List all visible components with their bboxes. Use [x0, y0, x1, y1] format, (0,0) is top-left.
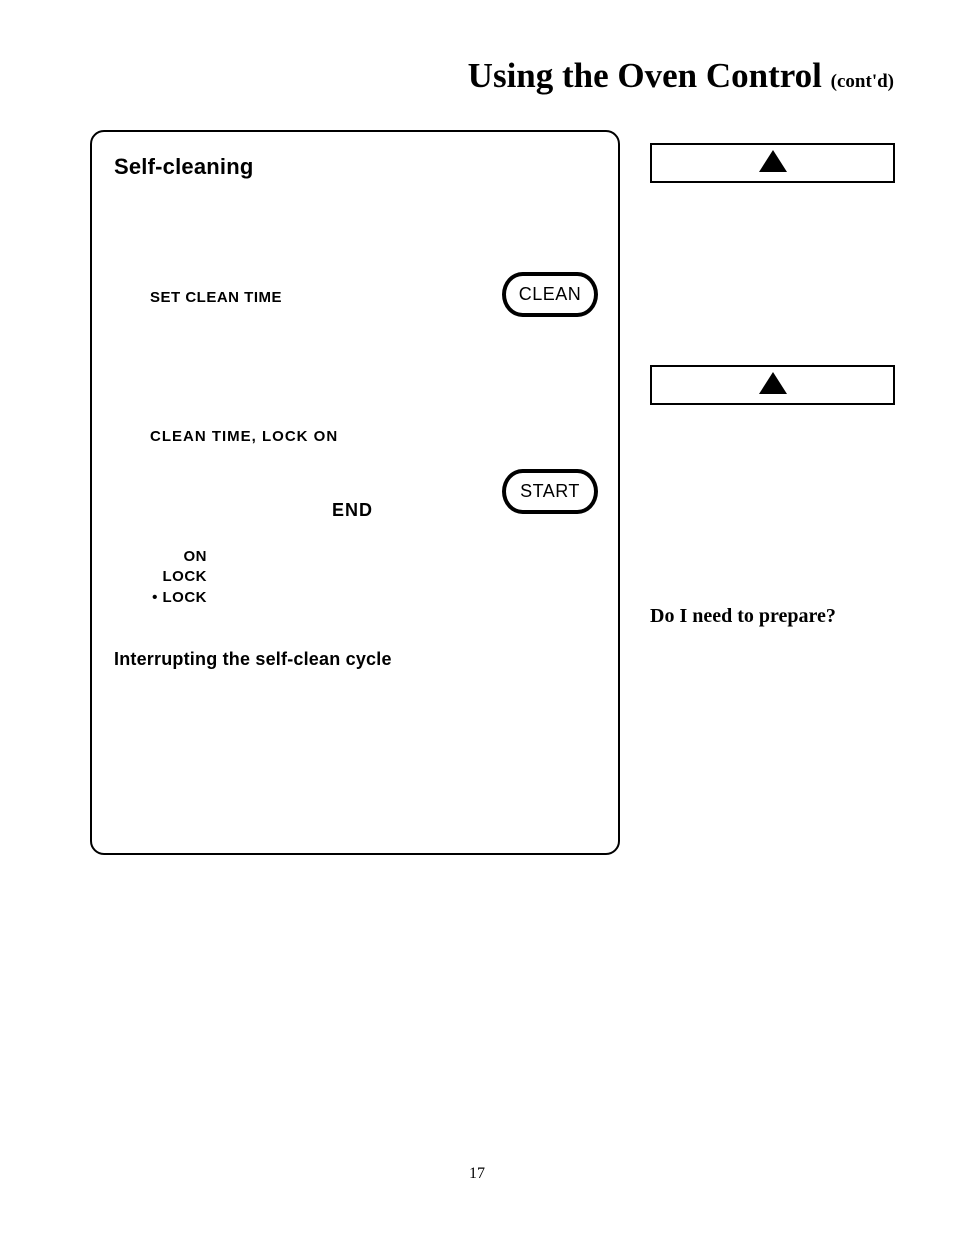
panel-heading-self-cleaning: Self-cleaning	[114, 154, 254, 180]
page-title-contd: (cont'd)	[831, 71, 894, 92]
sidebar-box-1	[650, 143, 895, 183]
self-cleaning-panel: Self-cleaning SET CLEAN TIME CLEAN CLEAN…	[90, 130, 620, 855]
clean-button-label: CLEAN	[519, 284, 582, 305]
label-end: END	[332, 500, 373, 521]
sidebar-box-2	[650, 365, 895, 405]
status-lock: LOCK	[127, 567, 207, 587]
clean-button[interactable]: CLEAN	[502, 272, 598, 317]
page-number: 17	[0, 1165, 954, 1183]
page: Using the Oven Control (cont'd) Self-cle…	[0, 0, 954, 1235]
page-title: Using the Oven Control (cont'd)	[468, 56, 894, 96]
panel-subheading-interrupting: Interrupting the self-clean cycle	[114, 649, 392, 670]
sidebar-question: Do I need to prepare?	[650, 605, 836, 628]
start-button[interactable]: START	[502, 469, 598, 514]
status-lock-bullet: • LOCK	[127, 588, 207, 608]
status-on: ON	[127, 547, 207, 567]
label-clean-time-lock-on: CLEAN TIME, LOCK ON	[150, 428, 338, 445]
status-stack: ON LOCK • LOCK	[127, 547, 207, 608]
page-title-main: Using the Oven Control	[468, 56, 831, 95]
start-button-label: START	[520, 481, 580, 502]
up-triangle-icon	[759, 150, 787, 172]
up-triangle-icon	[759, 372, 787, 394]
label-set-clean-time: SET CLEAN TIME	[150, 289, 282, 306]
